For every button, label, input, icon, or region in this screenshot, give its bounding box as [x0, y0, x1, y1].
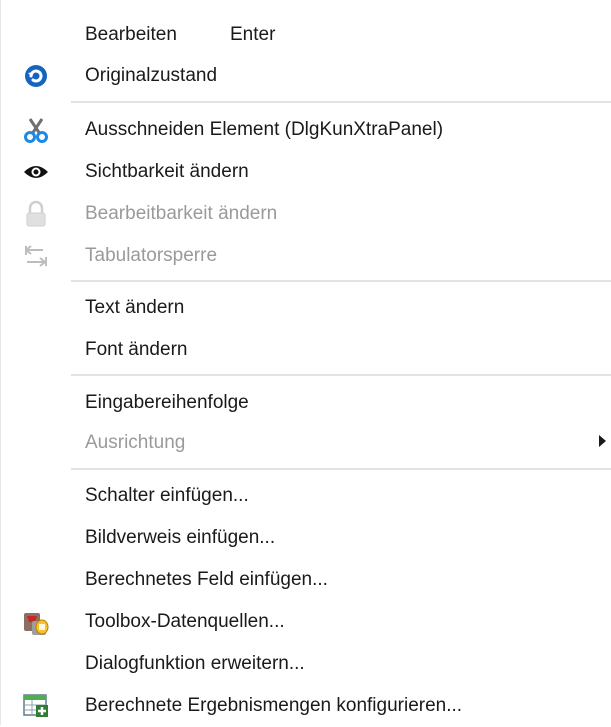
menu-separator	[71, 468, 611, 470]
menu-item-originalzustand[interactable]: Originalzustand	[1, 55, 611, 97]
menu-item-label: Eingabereihenfolge	[85, 392, 249, 413]
menu-item-berechnetes-feld[interactable]: Berechnetes Feld einfügen...	[1, 559, 611, 601]
menu-item-ausschneiden[interactable]: Ausschneiden Element (DlgKunXtraPanel)	[1, 109, 611, 151]
menu-item-toolbox-datenquellen[interactable]: Toolbox-Datenquellen...	[1, 601, 611, 643]
menu-item-label: Toolbox-Datenquellen...	[85, 611, 285, 632]
menu-item-tabulatorsperre[interactable]: Tabulatorsperre	[1, 235, 611, 277]
toolbox-datasource-icon	[19, 605, 53, 639]
menu-item-label: Font ändern	[85, 339, 188, 360]
shortcut-label: Enter	[230, 24, 276, 45]
menu-item-sichtbarkeit[interactable]: Sichtbarkeit ändern	[1, 151, 611, 193]
tab-stop-icon	[19, 239, 53, 273]
menu-item-font-aendern[interactable]: Font ändern	[1, 329, 611, 371]
menu-item-label: Bearbeiten	[85, 24, 177, 45]
menu-item-dialogfunktion[interactable]: Dialogfunktion erweitern...	[1, 643, 611, 685]
menu-item-label: Ausrichtung	[85, 432, 186, 453]
menu-item-label: Schalter einfügen...	[85, 485, 249, 506]
menu-item-text-aendern[interactable]: Text ändern	[1, 287, 611, 329]
menu-item-schalter-einfuegen[interactable]: Schalter einfügen...	[1, 475, 611, 517]
menu-item-label: Bildverweis einfügen...	[85, 527, 276, 548]
menu-item-label: Originalzustand	[85, 65, 218, 86]
undo-icon	[19, 59, 53, 93]
menu-item-eingabereihenfolge[interactable]: Eingabereihenfolge	[1, 382, 611, 424]
menu-separator	[71, 374, 611, 376]
menu-separator	[71, 101, 611, 103]
menu-item-label: Tabulatorsperre	[85, 245, 218, 266]
menu-item-ergebnismengen[interactable]: Berechnete Ergebnismengen konfigurieren.…	[1, 685, 611, 727]
menu-item-bearbeiten[interactable]: Bearbeiten Enter	[1, 14, 611, 56]
menu-item-label: Dialogfunktion erweitern...	[85, 653, 305, 674]
lock-icon	[19, 197, 53, 231]
eye-icon	[19, 155, 53, 189]
menu-item-ausrichtung[interactable]: Ausrichtung	[1, 422, 611, 464]
menu-item-label: Text ändern	[85, 297, 185, 318]
menu-item-label: Sichtbarkeit ändern	[85, 161, 249, 182]
scissors-icon	[19, 113, 53, 147]
table-add-icon	[19, 689, 53, 723]
submenu-arrow-icon	[599, 435, 606, 447]
menu-separator	[71, 280, 611, 282]
menu-item-bearbeitbarkeit[interactable]: Bearbeitbarkeit ändern	[1, 193, 611, 235]
menu-item-label: Ausschneiden Element (DlgKunXtraPanel)	[85, 119, 444, 140]
menu-item-label: Bearbeitbarkeit ändern	[85, 203, 278, 224]
menu-item-label: Berechnetes Feld einfügen...	[85, 569, 328, 590]
context-menu: Bearbeiten Enter Originalzustand Ausschn…	[0, 0, 611, 725]
menu-item-label: Berechnete Ergebnismengen konfigurieren.…	[85, 695, 463, 716]
menu-item-bildverweis-einfuegen[interactable]: Bildverweis einfügen...	[1, 517, 611, 559]
